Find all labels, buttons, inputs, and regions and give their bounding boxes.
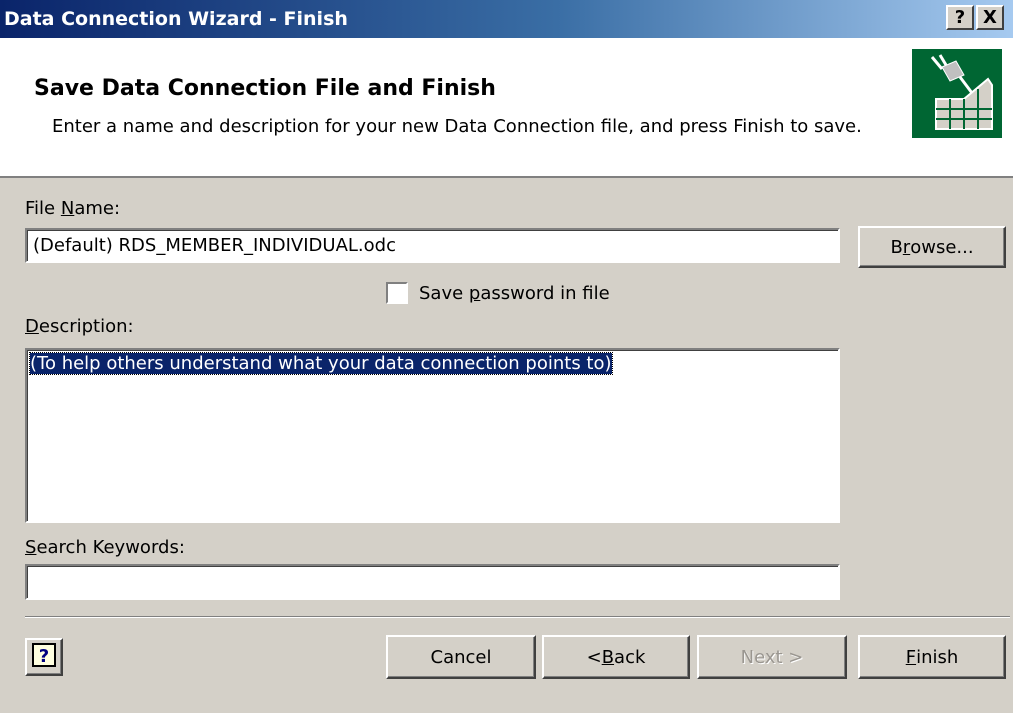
search-keywords-input[interactable] [25,564,840,600]
search-keywords-label: Search Keywords: [25,537,185,558]
description-label: Description: [25,316,134,337]
page-description: Enter a name and description for your ne… [52,116,862,137]
help-question-icon: ? [31,642,57,673]
next-button[interactable]: Next > [697,635,847,679]
back-button[interactable]: < Back [542,635,690,679]
save-password-label: Save password in file [419,283,610,304]
footer-separator [25,616,1010,618]
title-bar: Data Connection Wizard - Finish ? X [0,0,1013,38]
browse-button[interactable]: Br owse... [858,226,1006,268]
file-name-label: File Name: [25,198,121,219]
close-button[interactable]: X [976,5,1004,30]
description-text: (To help others understand what your dat… [29,352,613,375]
file-name-input[interactable]: (Default) RDS_MEMBER_INDIVIDUAL.odc [25,228,840,263]
data-connection-icon [912,49,1002,138]
save-password-checkbox[interactable] [386,282,408,304]
wizard-header [0,38,1013,178]
cancel-button[interactable]: Cancel [386,635,536,679]
description-textarea[interactable]: (To help others understand what your dat… [25,348,840,523]
window-title: Data Connection Wizard - Finish [4,8,348,30]
help-button[interactable]: ? [25,638,63,676]
page-title: Save Data Connection File and Finish [34,76,496,101]
finish-button[interactable]: Finish [858,635,1006,679]
help-title-button[interactable]: ? [946,5,974,30]
svg-text:?: ? [39,646,49,667]
